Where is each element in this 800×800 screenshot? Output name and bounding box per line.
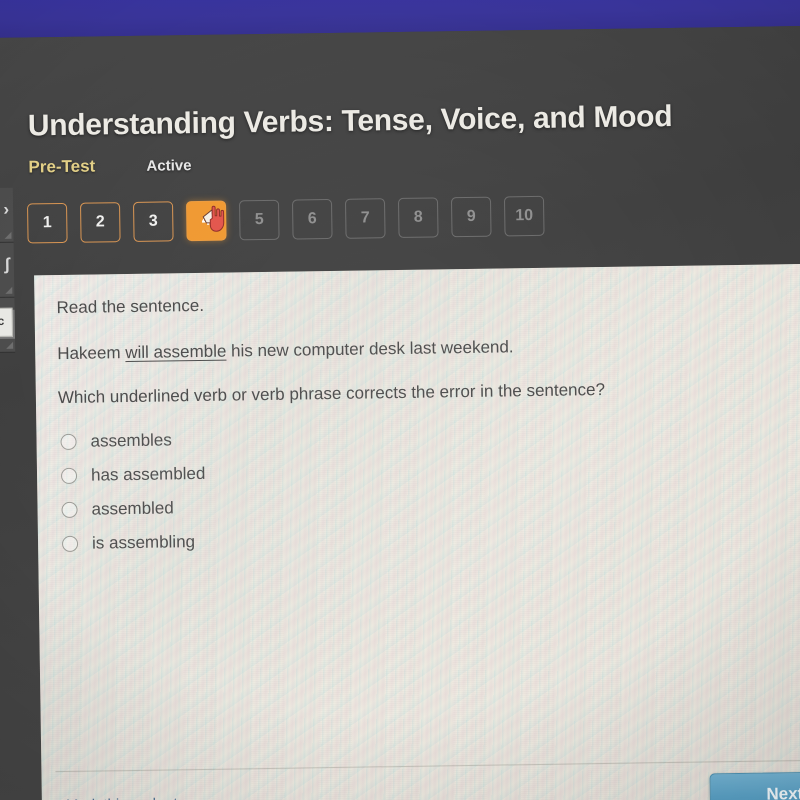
- question-nav-label: 3: [148, 212, 158, 230]
- rail-item-2[interactable]: oc: [0, 297, 16, 354]
- answer-choice-label: is assembling: [91, 532, 196, 553]
- rail-item-0[interactable]: ›: [0, 187, 14, 244]
- question-nav-item-10: 10: [503, 195, 545, 237]
- corner-fold-icon: [6, 341, 14, 349]
- answer-choices: assembles has assembled assembled is assemb…: [60, 423, 206, 561]
- question-nav-item-7: 7: [344, 198, 386, 239]
- question-nav: 1 2 3 4 5 6 7 8 9 10: [27, 195, 545, 244]
- partial-shape-icon: ʃ: [4, 254, 11, 274]
- mark-this-and-return-link[interactable]: Mark this and return: [66, 795, 200, 800]
- page-title: Understanding Verbs: Tense, Voice, and M…: [27, 99, 673, 143]
- radio-button-icon[interactable]: [61, 535, 79, 553]
- sentence-underlined-phrase: will assemble: [125, 341, 227, 363]
- left-rail: › ʃ oc: [0, 187, 24, 439]
- question-nav-item-5: 5: [238, 199, 280, 241]
- radio-button-icon[interactable]: [60, 467, 78, 485]
- question-nav-label: 7: [360, 209, 370, 227]
- question-nav-item-8: 8: [397, 197, 439, 239]
- document-icon-label: oc: [0, 313, 4, 329]
- question-nav-item-2[interactable]: 2: [80, 202, 121, 243]
- corner-fold-icon: [4, 231, 12, 239]
- document-icon: oc: [0, 307, 13, 338]
- corner-fold-icon: [5, 286, 13, 294]
- screen-photo: › ʃ oc Understanding Verbs: Tense, Voice…: [0, 0, 800, 800]
- question-instruction: Read the sentence.: [56, 295, 205, 318]
- question-nav-item-9: 9: [450, 196, 492, 238]
- answer-choice-label: assembles: [90, 430, 172, 451]
- radio-button-icon[interactable]: [61, 501, 78, 519]
- sentence-text-before: Hakeem: [57, 343, 126, 364]
- question-nav-label: 4: [201, 211, 211, 229]
- question-nav-label: 1: [42, 214, 52, 232]
- question-panel: Read the sentence. Hakeem will assemble …: [34, 263, 800, 800]
- answer-choice-label: assembled: [91, 498, 174, 519]
- next-button[interactable]: Next: [709, 771, 800, 800]
- question-nav-label: 6: [307, 210, 317, 228]
- question-nav-label: 10: [515, 207, 534, 225]
- question-nav-label: 8: [413, 208, 423, 226]
- question-sentence: Hakeem will assemble his new computer de…: [57, 336, 514, 365]
- answer-choice-3[interactable]: is assembling: [61, 525, 207, 561]
- radio-button-icon[interactable]: [60, 433, 77, 451]
- question-nav-item-1[interactable]: 1: [27, 202, 68, 244]
- answer-choice-2[interactable]: assembled: [61, 491, 206, 527]
- assignment-status-label: Active: [146, 157, 192, 175]
- answer-choice-1[interactable]: has assembled: [60, 457, 206, 493]
- answer-choice-label: has assembled: [90, 463, 206, 485]
- question-nav-item-4[interactable]: 4: [185, 200, 227, 242]
- question-nav-label: 9: [466, 207, 476, 225]
- rail-item-1[interactable]: ʃ: [0, 242, 15, 299]
- answer-choice-0[interactable]: assembles: [60, 423, 205, 459]
- question-nav-item-6: 6: [291, 198, 333, 240]
- question-nav-label: 2: [95, 213, 105, 231]
- sentence-text-after: his new computer desk last weekend.: [226, 337, 514, 361]
- question-nav-label: 5: [254, 211, 264, 229]
- partial-arrow-icon: ›: [3, 199, 10, 219]
- assignment-type-label: Pre-Test: [28, 156, 96, 177]
- question-prompt: Which underlined verb or verb phrase cor…: [57, 379, 606, 408]
- question-nav-item-3[interactable]: 3: [133, 201, 174, 242]
- footer-divider: [55, 759, 800, 773]
- app-chrome: › ʃ oc Understanding Verbs: Tense, Voice…: [0, 25, 800, 800]
